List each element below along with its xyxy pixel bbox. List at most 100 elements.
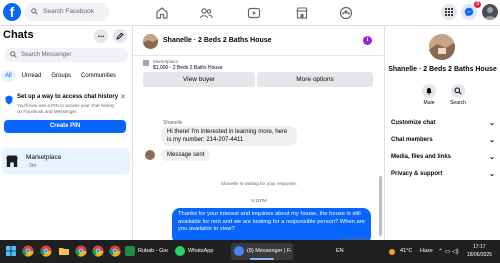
incoming-message-2[interactable]: Message sent (161, 149, 211, 161)
search-label: Search (450, 100, 466, 106)
groups-icon[interactable] (339, 6, 353, 20)
system-tray-icons[interactable]: ⌃ ▭ ◁) (438, 248, 459, 255)
profile-avatar[interactable] (482, 4, 498, 20)
conversation-panel: Shanelle · 2 Beds 2 Baths House i Market… (133, 26, 385, 256)
whatsapp-icon (175, 246, 185, 256)
section-label: Privacy & support (391, 171, 443, 177)
search-icon (454, 87, 462, 95)
chat-list-item-marketplace[interactable]: Marketplace · 3m (2, 148, 130, 174)
taskbar-app-label: Rubab - Google Sh... (138, 248, 168, 254)
video-icon[interactable] (247, 6, 261, 20)
bell-icon (426, 88, 432, 95)
contact-name: Shanelle · 2 Beds 2 Baths House (388, 66, 497, 73)
facebook-logo[interactable]: f (3, 3, 21, 21)
chat-history-pin-card: Set up a way to access chat history You'… (3, 92, 130, 137)
pin-card-title: Set up a way to access chat history (17, 94, 119, 100)
conversation-avatar[interactable] (143, 34, 158, 49)
search-icon (31, 8, 38, 15)
section-label: Chat members (391, 137, 433, 143)
waiting-notice: Shanelle is waiting for your response. (220, 181, 298, 186)
taskbar-app-label: (8) Messenger | Fac... (247, 248, 291, 254)
chevron-down-icon: ⌄ (489, 137, 495, 144)
windows-taskbar: Rubab - Google Sh... WhatsApp (8) Messen… (0, 240, 500, 263)
chat-members-section[interactable]: Chat members ⌄ (391, 137, 497, 144)
taskbar-app-google-sheets[interactable]: Rubab - Google Sh... (122, 243, 168, 260)
sender-avatar[interactable] (145, 150, 155, 160)
chat-item-name: Marketplace (26, 154, 62, 161)
filter-all[interactable]: All (1, 70, 16, 82)
messenger-icon (464, 7, 474, 17)
weather-icon (389, 249, 395, 255)
media-files-links-section[interactable]: Media, files and links ⌄ (391, 154, 497, 161)
windows-start-icon[interactable] (5, 245, 17, 257)
new-message-button[interactable] (113, 29, 127, 43)
filter-communities[interactable]: Communities (77, 70, 120, 82)
clock-date[interactable]: 18/06/2025 (467, 252, 492, 258)
messenger-button[interactable]: 3 (461, 1, 481, 20)
home-icon[interactable] (155, 6, 169, 20)
listing-source-label: Marketplace (153, 59, 179, 64)
weather-condition[interactable]: Haze (420, 248, 433, 254)
search-icon (10, 51, 17, 58)
chrome-icon[interactable] (75, 245, 87, 257)
chevron-down-icon: ⌄ (489, 154, 495, 161)
chevron-down-icon: ⌄ (489, 120, 495, 127)
temperature[interactable]: 41°C (400, 248, 412, 254)
conversation-info-panel: Shanelle · 2 Beds 2 Baths House Mute Sea… (385, 26, 500, 240)
conversation-info-icon[interactable]: i (363, 36, 372, 45)
section-label: Customize chat (391, 120, 436, 126)
chrome-icon[interactable] (40, 245, 52, 257)
chevron-down-icon: ⌄ (489, 171, 495, 178)
chat-item-time: · 3m (26, 163, 36, 169)
marketplace-icon[interactable] (295, 6, 309, 20)
language-indicator[interactable]: EN (336, 248, 344, 254)
shield-icon (5, 95, 13, 105)
taskbar-app-label: WhatsApp (188, 248, 214, 254)
listing-price[interactable]: $1,000 - 2 Beds 2 Baths House (153, 65, 223, 71)
section-label: Media, files and links (391, 154, 452, 160)
filter-unread[interactable]: Unread (18, 70, 46, 82)
mute-label: Mute (423, 100, 435, 106)
chrome-icon[interactable] (109, 245, 121, 257)
sheets-icon (125, 246, 135, 256)
listing-thumbnail (143, 60, 149, 66)
clock-time[interactable]: 17:17 (473, 244, 486, 250)
close-icon[interactable]: ✕ (120, 93, 126, 101)
conversation-scrollbar[interactable] (379, 176, 382, 236)
messenger-search-placeholder: Search Messenger (21, 52, 72, 58)
create-pin-button[interactable]: Create PIN (4, 120, 126, 133)
folder-icon[interactable] (58, 245, 70, 257)
facebook-search-placeholder: Search Facebook (43, 8, 94, 15)
chats-title: Chats (3, 29, 34, 41)
search-in-conversation-button[interactable]: Search (443, 84, 473, 106)
facebook-top-bar: f Search Facebook 3 (0, 0, 500, 26)
menu-grid-button[interactable] (441, 4, 457, 20)
pin-card-description: You'll now use a PIN to access your chat… (17, 103, 115, 114)
conversation-title[interactable]: Shanelle · 2 Beds 2 Baths House (163, 37, 272, 44)
mute-button[interactable]: Mute (414, 84, 444, 106)
taskbar-app-messenger[interactable]: (8) Messenger | Fac... (231, 243, 293, 260)
chrome-icon (234, 246, 244, 256)
chat-filters: All Unread Groups Communities (1, 70, 120, 82)
facebook-search-input[interactable]: Search Facebook (24, 3, 109, 21)
marketplace-icon (6, 155, 18, 167)
more-options-button[interactable]: More options (257, 72, 373, 87)
view-buyer-button[interactable]: View buyer (143, 72, 255, 87)
filter-groups[interactable]: Groups (47, 70, 75, 82)
privacy-support-section[interactable]: Privacy & support ⌄ (391, 171, 497, 178)
contact-avatar[interactable] (429, 34, 455, 60)
chats-options-button[interactable]: ... (94, 29, 108, 43)
chrome-icon[interactable] (92, 245, 104, 257)
notification-badge: 3 (474, 1, 481, 8)
incoming-message[interactable]: Hi there! I'm interested in learning mor… (161, 126, 297, 146)
compose-icon (116, 32, 124, 40)
chrome-icon[interactable] (22, 245, 34, 257)
messenger-search-input[interactable]: Search Messenger (4, 48, 128, 62)
taskbar-app-whatsapp[interactable]: WhatsApp (172, 243, 228, 260)
active-app-indicator (249, 258, 275, 260)
friends-icon[interactable] (199, 6, 213, 20)
time-separator: 5:11PM (251, 198, 267, 203)
menu-grid-icon (445, 8, 453, 16)
customize-chat-section[interactable]: Customize chat ⌄ (391, 120, 497, 127)
conversation-header: Shanelle · 2 Beds 2 Baths House i (133, 26, 385, 56)
